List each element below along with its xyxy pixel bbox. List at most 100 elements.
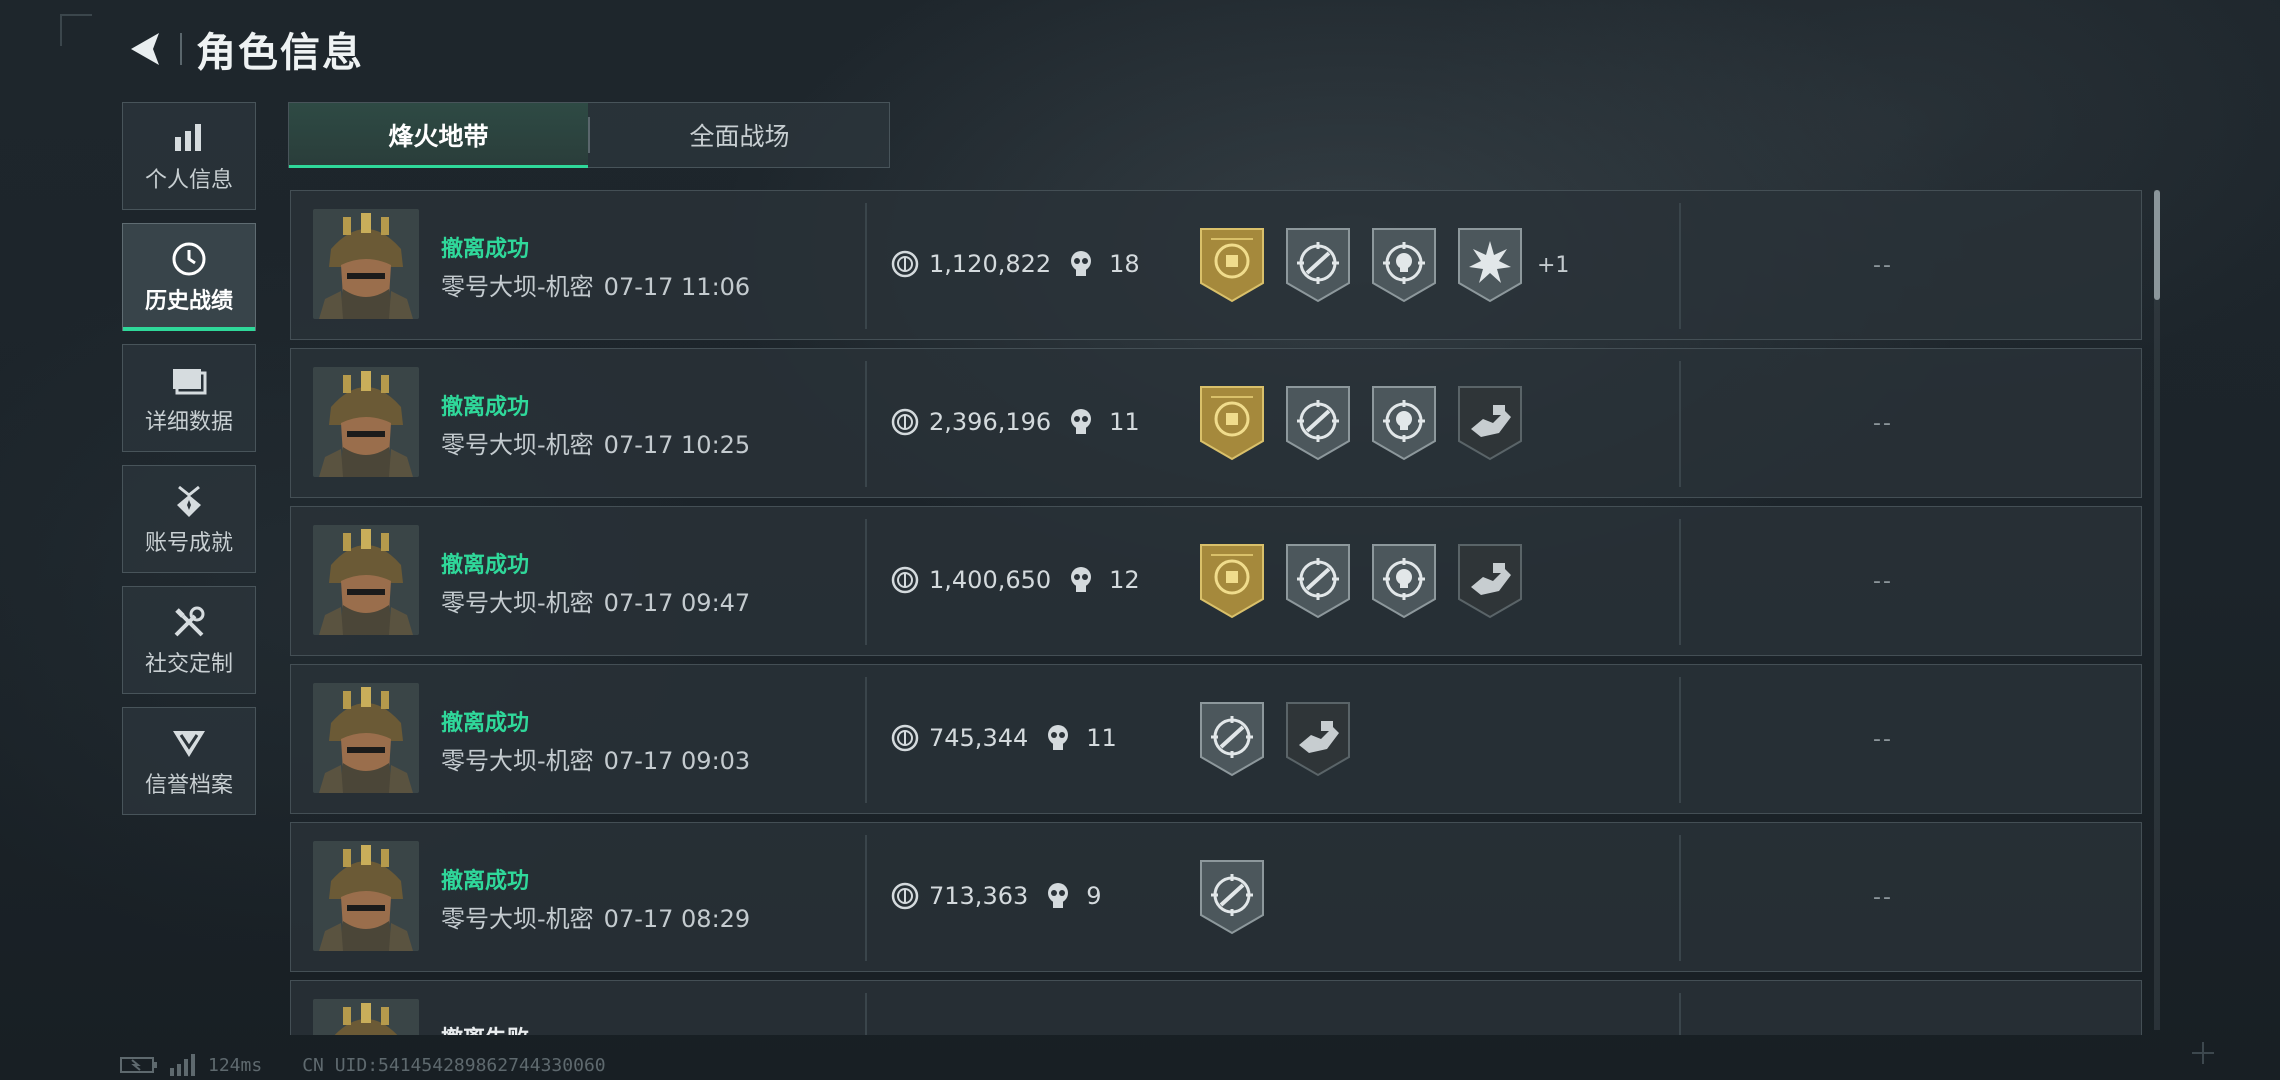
- sidebar-item-detailed-data[interactable]: 详细数据: [122, 344, 256, 452]
- operator-avatar: [313, 841, 419, 951]
- sidebar-item-label: 账号成就: [144, 531, 233, 556]
- sidebar-item-history[interactable]: 历史战绩: [122, 223, 256, 331]
- kill-count: 12: [1109, 566, 1140, 594]
- achievement-badges: +1: [1199, 227, 1569, 303]
- result-placeholder: --: [1873, 411, 1893, 436]
- coin-icon: [891, 250, 929, 278]
- column-divider: [1679, 519, 1681, 645]
- loot-value: 1,400,650: [929, 566, 1052, 594]
- gun-target-badge-icon[interactable]: [1199, 859, 1265, 935]
- scroll-thumb[interactable]: [2154, 190, 2160, 300]
- map-name: 零号大坝-机密: [441, 589, 594, 617]
- match-info: 零号大坝-机密 07-17 09:47: [441, 583, 750, 618]
- crosshair-icon: [2192, 1042, 2214, 1064]
- gun-target-badge-icon[interactable]: [1199, 701, 1265, 777]
- sidebar-item-social[interactable]: 社交定制: [122, 586, 256, 694]
- match-info: 零号大坝-机密 07-17 09:03: [441, 741, 750, 776]
- sidebar-item-label: 信誉档案: [144, 773, 233, 798]
- column-divider: [865, 203, 867, 329]
- match-time: 07-17 11:06: [603, 273, 751, 301]
- scrollbar[interactable]: [2154, 190, 2160, 1030]
- hand-item-badge-icon[interactable]: [1457, 543, 1523, 619]
- sidebar-item-label: 社交定制: [144, 652, 233, 677]
- sidebar-item-reputation[interactable]: 信誉档案: [122, 707, 256, 815]
- hand-item-badge-icon[interactable]: [1285, 701, 1351, 777]
- achievement-icon: [169, 481, 209, 521]
- hand-item-badge-icon[interactable]: [1457, 385, 1523, 461]
- status-footer: 124ms CN UID:541454289862744330060: [120, 1052, 616, 1078]
- corner-frame: [60, 14, 92, 46]
- mode-tabs: 烽火地带 全面战场: [288, 102, 890, 168]
- sidebar-item-label: 详细数据: [144, 410, 233, 435]
- skull-icon: [1067, 407, 1095, 437]
- explosion-badge-icon[interactable]: [1457, 227, 1523, 303]
- achievement-badges: [1199, 385, 1543, 461]
- coin-icon: [891, 408, 929, 436]
- match-info: 零号大坝-机密 07-17 08:29: [441, 899, 750, 934]
- sidebar-item-personal-info[interactable]: 个人信息: [122, 102, 256, 210]
- loot-stats: 745,344 11: [891, 723, 1117, 753]
- kill-count: 11: [1086, 724, 1117, 752]
- skull-icon: [1044, 723, 1072, 753]
- loot-stats: 713,363 9: [891, 881, 1102, 911]
- operator-avatar: [313, 525, 419, 635]
- loot-stats: 1,120,822 18: [891, 249, 1140, 279]
- column-divider: [1679, 993, 1681, 1035]
- sidebar-item-achievements[interactable]: 账号成就: [122, 465, 256, 573]
- skull-icon: [1067, 565, 1095, 595]
- loot-value: 2,396,196: [929, 408, 1052, 436]
- extraction-status: 撤离成功: [441, 711, 530, 736]
- loot-stats: 1,400,650 12: [891, 565, 1140, 595]
- match-record-row[interactable]: 撤离成功 零号大坝-机密 07-17 11:06 1,120,822 18 +1 --: [290, 190, 2142, 340]
- column-divider: [865, 361, 867, 487]
- operator-avatar: [313, 999, 419, 1035]
- match-record-row[interactable]: 撤离失败: [290, 980, 2142, 1035]
- gold-badge-icon[interactable]: [1199, 227, 1265, 303]
- title-divider: [180, 33, 182, 65]
- skull-target-badge-icon[interactable]: [1371, 543, 1437, 619]
- skull-target-badge-icon[interactable]: [1371, 227, 1437, 303]
- uid-text: CN UID:541454289862744330060: [302, 1054, 606, 1076]
- operator-avatar: [313, 209, 419, 319]
- extraction-status: 撤离成功: [441, 395, 530, 420]
- gold-badge-icon[interactable]: [1199, 543, 1265, 619]
- clock-icon: [169, 239, 209, 279]
- shield-v-icon: [169, 723, 209, 763]
- match-record-row[interactable]: 撤离成功 零号大坝-机密 07-17 10:25 2,396,196 11 --: [290, 348, 2142, 498]
- extraction-status: 撤离失败: [441, 1021, 529, 1035]
- loot-value: 1,120,822: [929, 250, 1052, 278]
- bar-chart-icon: [169, 118, 209, 158]
- coin-icon: [891, 566, 929, 594]
- match-record-row[interactable]: 撤离成功零号大坝-机密 07-17 09:03 745,344 11 --: [290, 664, 2142, 814]
- map-name: 零号大坝-机密: [441, 905, 594, 933]
- achievement-badges: [1199, 543, 1543, 619]
- match-record-row[interactable]: 撤离成功 零号大坝-机密 07-17 08:29 713,363 9 --: [290, 822, 2142, 972]
- tab-full-battlefield[interactable]: 全面战场: [590, 103, 889, 167]
- operator-avatar: [313, 367, 419, 477]
- tab-warzone[interactable]: 烽火地带: [289, 103, 588, 168]
- match-info: 零号大坝-机密 07-17 11:06: [441, 267, 750, 302]
- skull-target-badge-icon[interactable]: [1371, 385, 1437, 461]
- gun-target-badge-icon[interactable]: [1285, 385, 1351, 461]
- result-placeholder: --: [1873, 569, 1893, 594]
- map-name: 零号大坝-机密: [441, 273, 594, 301]
- battery-icon: [120, 1057, 157, 1073]
- back-button[interactable]: [120, 24, 170, 74]
- match-record-row[interactable]: 撤离成功 零号大坝-机密 07-17 09:47 1,400,650 12 --: [290, 506, 2142, 656]
- result-placeholder: --: [1873, 727, 1893, 752]
- more-badges-count[interactable]: +1: [1537, 253, 1569, 278]
- gun-target-badge-icon[interactable]: [1285, 227, 1351, 303]
- folder-icon: [169, 360, 209, 400]
- gun-target-badge-icon[interactable]: [1285, 543, 1351, 619]
- result-placeholder: --: [1873, 885, 1893, 910]
- sidebar-item-label: 个人信息: [144, 168, 233, 193]
- column-divider: [865, 993, 867, 1035]
- match-time: 07-17 08:29: [603, 905, 751, 933]
- column-divider: [865, 519, 867, 645]
- extraction-status: 撤离成功: [441, 237, 530, 262]
- gold-badge-icon[interactable]: [1199, 385, 1265, 461]
- column-divider: [1679, 361, 1681, 487]
- header: 角色信息: [120, 24, 364, 76]
- map-name: 零号大坝-机密: [441, 747, 594, 775]
- back-arrow-icon: [131, 33, 159, 65]
